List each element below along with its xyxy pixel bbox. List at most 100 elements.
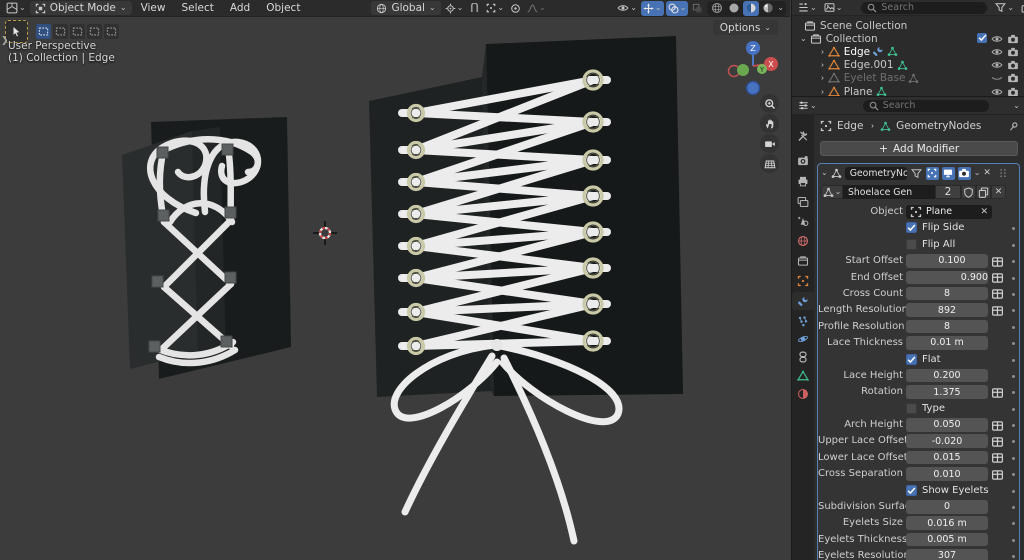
outliner-row-scene-collection[interactable]: Scene Collection [792,19,1024,32]
outliner-display-mode-dropdown[interactable]: ⌄ [796,0,819,15]
new-collection-button[interactable] [1019,0,1024,15]
toolbar-expand-arrow[interactable]: ❯ [1,36,9,46]
checkbox-show-eyelets[interactable] [906,484,917,496]
realtime-display-toggle[interactable] [941,166,955,180]
decorator-dot[interactable] [1012,309,1015,313]
properties-tab-physics[interactable] [792,330,814,348]
param-field-arch-height[interactable]: 0.050 [906,418,988,432]
param-field-end-offset[interactable]: 0.900 [906,270,988,285]
drag-handle-icon[interactable] [998,168,1008,178]
checkbox-flip-all[interactable] [906,238,917,250]
collapse-panel-chevron[interactable]: ⌄ [821,169,828,177]
param-field-start-offset[interactable]: 0.100 [906,254,988,268]
expand-chevron[interactable]: ⌄ [816,88,825,95]
hide-eye-toggle[interactable] [991,86,1003,96]
param-field-subdivision-surface[interactable]: 0 [906,500,988,514]
object-visibility-dropdown[interactable]: ⌄ [615,1,639,16]
properties-tab-modifiers[interactable] [792,292,814,310]
modifier-name-field[interactable]: GeometryNodes [844,166,907,180]
show-gizmos-toggle[interactable]: ⌄ [640,0,664,16]
param-field-object[interactable]: Plane ✕ [906,205,992,219]
disable-render-toggle[interactable] [1007,72,1019,84]
select-mode-new[interactable] [36,24,51,39]
pan-view-button[interactable] [760,114,779,133]
lace-object-small[interactable] [122,117,291,379]
editor-type-button[interactable]: ⌄ [4,1,28,16]
properties-tab-particles[interactable] [792,312,814,330]
outliner-filter-dropdown[interactable]: ⌄ [993,0,1016,15]
expand-chevron[interactable]: ⌄ [816,49,825,56]
proportional-edit-toggle[interactable] [508,1,523,16]
zoom-view-button[interactable] [760,94,779,113]
add-modifier-button[interactable]: + Add Modifier [820,141,1018,156]
checkbox-flip-side[interactable] [906,222,917,234]
outliner-search[interactable] [861,1,988,14]
param-field-eyelets-thickness[interactable]: 0.005 m [906,532,988,547]
param-field-eyelets-size[interactable]: 0.016 m [906,516,988,530]
outliner-row-edge[interactable]: ⌄ Edge [792,45,1024,58]
input-attribute-toggle-icon[interactable] [991,469,1004,481]
shading-solid-button[interactable] [726,1,742,16]
node-group-name-field[interactable]: Shoelace Gen [843,185,935,199]
properties-tab-object[interactable] [792,272,814,290]
input-attribute-toggle-icon[interactable] [991,420,1004,432]
menu-object[interactable]: Object [259,1,307,15]
checkbox-flat[interactable] [906,353,917,365]
decorator-dot[interactable] [1012,407,1015,411]
decorator-dot[interactable] [1012,276,1015,280]
disable-render-toggle[interactable] [1007,46,1019,58]
properties-tab-material[interactable] [792,385,814,403]
render-display-toggle[interactable] [957,166,971,180]
perspective-toggle-button[interactable] [760,154,779,173]
pin-icon[interactable] [1008,121,1019,132]
shading-material-button[interactable] [743,0,760,16]
param-field-lace-height[interactable]: 0.200 [906,368,988,383]
select-mode-extend[interactable] [53,24,68,39]
param-field-lower-lace-offset[interactable]: 0.015 [906,450,988,465]
hide-eye-toggle[interactable] [991,46,1003,58]
properties-tab-render[interactable] [792,152,814,170]
decorator-dot[interactable] [1012,260,1015,264]
outliner-row-eyelet-base[interactable]: ⌄ Eyelet Base [792,72,1024,85]
3d-viewport[interactable]: Z X Y ⌄ Object Mode ⌄ View Select Add Obj… [0,0,790,560]
outliner-item-label[interactable]: Eyelet Base [844,72,906,84]
decorator-dot[interactable] [1012,506,1015,510]
modifier-extras-dropdown[interactable]: ⌄ [974,169,981,177]
decorator-dot[interactable] [1012,489,1015,493]
mode-dropdown[interactable]: Object Mode ⌄ [29,1,132,15]
decorator-dot[interactable] [1012,243,1015,247]
select-mode-subtract[interactable] [70,24,85,39]
decorator-dot[interactable] [1012,555,1015,559]
checkbox-type[interactable] [906,402,917,414]
properties-tab-constraints[interactable] [792,348,814,366]
input-attribute-toggle-icon[interactable] [991,387,1004,399]
browse-node-group-button[interactable]: ⌄ [821,185,843,199]
param-field-upper-lace-offset[interactable]: -0.020 [906,434,988,448]
select-mode-invert[interactable] [87,24,102,39]
decorator-dot[interactable] [1012,342,1015,346]
param-field-profile-resolution[interactable]: 8 [906,319,988,334]
param-field-cross-count[interactable]: 8 [906,286,988,301]
expand-chevron[interactable]: ⌄ [816,75,825,82]
decorator-dot[interactable] [1012,473,1015,477]
decorator-dot[interactable] [1012,522,1015,526]
properties-tab-data[interactable] [792,367,814,385]
clear-object-icon[interactable]: ✕ [980,207,988,217]
shading-dropdown[interactable]: ⌄ [777,4,784,12]
properties-search[interactable] [862,99,989,112]
lace-object-large[interactable] [369,36,683,545]
xray-toggle[interactable] [690,1,705,16]
snap-settings-dropdown[interactable]: ⌄ [484,1,506,16]
options-dropdown[interactable]: Options ⌄ [712,20,778,35]
properties-tab-view-layer[interactable] [792,193,814,211]
outliner-item-label[interactable]: Collection [826,33,878,45]
input-attribute-toggle-icon[interactable] [991,256,1004,268]
outliner-row-collection[interactable]: ⌄ Collection [792,32,1024,45]
pivot-point-dropdown[interactable]: ⌄ [443,1,466,16]
param-field-eyelets-resolution[interactable]: 307 [906,549,988,560]
outliner-search-input[interactable] [881,2,982,13]
remove-modifier-button[interactable]: ✕ [983,168,991,178]
expand-chevron[interactable]: ⌄ [800,34,807,43]
input-attribute-toggle-icon[interactable] [991,305,1004,317]
show-overlays-toggle[interactable]: ⌄ [665,0,689,16]
